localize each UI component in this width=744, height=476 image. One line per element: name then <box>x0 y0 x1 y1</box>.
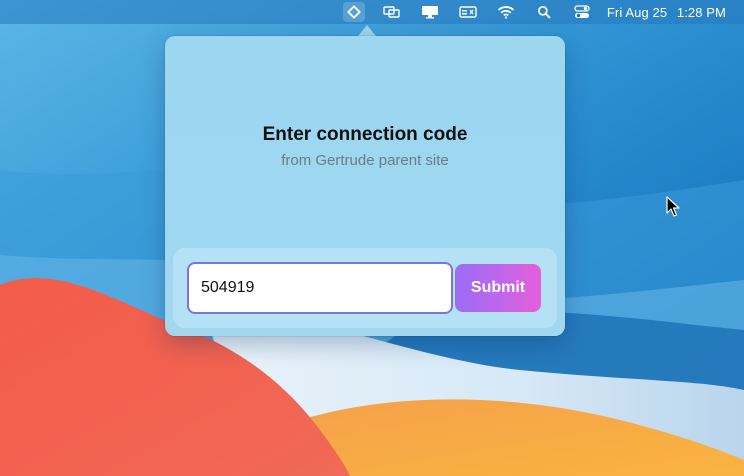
menu-bar-clock[interactable]: Fri Aug 25 1:28 PM <box>607 5 726 20</box>
display-mirroring-icon[interactable] <box>381 2 403 22</box>
connection-code-input[interactable] <box>187 262 453 314</box>
control-center-icon[interactable] <box>571 2 593 22</box>
spotlight-search-icon[interactable] <box>533 2 555 22</box>
menu-bar: Fri Aug 25 1:28 PM <box>0 0 744 24</box>
popover-subtitle: from Gertrude parent site <box>281 152 449 169</box>
menu-bar-time: 1:28 PM <box>676 4 726 20</box>
airplay-display-icon[interactable] <box>419 2 441 22</box>
connection-app-icon[interactable] <box>342 2 365 22</box>
desktop: Fri Aug 25 1:28 PM Enter connection code… <box>0 0 744 476</box>
code-entry-panel: Submit <box>173 248 557 328</box>
connection-code-popover: Enter connection code from Gertrude pare… <box>165 36 565 336</box>
keyboard-input-icon[interactable] <box>457 2 479 22</box>
popover-arrow <box>358 25 376 36</box>
wifi-icon[interactable] <box>495 2 517 22</box>
mouse-pointer-icon <box>666 196 680 217</box>
submit-button[interactable]: Submit <box>455 264 541 312</box>
popover-title: Enter connection code <box>262 124 468 145</box>
menu-bar-date: Fri Aug 25 <box>606 4 668 20</box>
